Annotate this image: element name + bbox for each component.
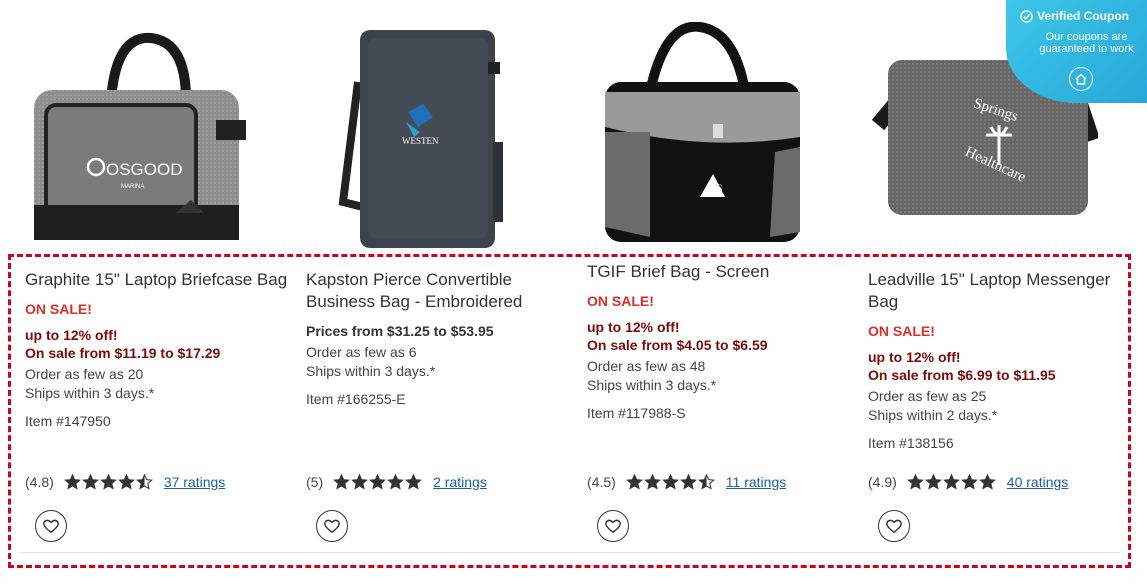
product-title-link[interactable]: Kapston Pierce Convertible Business Bag … [306,269,576,313]
rating-score: (4.8) [25,474,54,490]
star-icon [99,474,117,490]
sale-label: ON SALE! [25,301,92,317]
star-rating [625,474,716,490]
rating-score: (5) [306,474,324,490]
star-icon [351,474,369,490]
favorite-button[interactable] [878,510,910,542]
coupon-title: Verified Coupon [1037,9,1130,23]
item-number: Item #147950 [25,413,111,429]
product-image-backpack[interactable]: WESTEN [338,22,513,252]
verified-coupon-badge[interactable]: Verified Coupon Our coupons are guarante… [1006,0,1147,103]
product-info-highlight: Graphite 15" Laptop Briefcase Bag ON SAL… [8,254,1131,568]
min-order-text: Order as few as 20 [25,366,144,382]
discount-text: up to 12% off! [587,319,680,335]
ship-time-text: Ships within 3 days.* [25,385,155,401]
rating-row: (5) 2 ratings [306,474,487,490]
coupon-subtitle: Our coupons are guaranteed to work [1039,31,1134,55]
star-icon [643,474,661,490]
star-icon [387,474,405,490]
star-icon [333,474,351,490]
ratings-link[interactable]: 11 ratings [726,474,786,490]
home-icon-button[interactable] [1069,67,1093,91]
coupon-header: Verified Coupon [1020,9,1139,23]
product-title-link[interactable]: Graphite 15" Laptop Briefcase Bag [25,269,295,291]
heart-icon [324,519,340,534]
favorite-button[interactable] [35,510,67,542]
briefcase-logo-sub: MARINA [121,184,144,190]
star-rating [333,474,423,490]
star-icon [924,474,942,490]
favorite-button[interactable] [597,510,629,542]
briefcase-logo: OSGOOD [106,160,183,179]
home-icon [1075,73,1087,85]
ship-time-text: Ships within 2 days.* [868,407,998,423]
star-icon [942,474,960,490]
favorite-button[interactable] [316,510,348,542]
ship-time-text: Ships within 3 days.* [587,377,717,393]
sale-price-range: On sale from $11.19 to $17.29 [25,345,221,361]
product-title-link[interactable]: Leadville 15" Laptop Messenger Bag [868,269,1138,313]
rating-score: (4.5) [587,474,616,490]
backpack-logo: WESTEN [402,136,439,146]
product-card: Graphite 15" Laptop Briefcase Bag ON SAL… [25,269,295,429]
sale-price-range: On sale from $4.05 to $6.59 [587,337,768,353]
star-icon [978,474,996,490]
rating-row: (4.8) 37 ratings [25,474,225,490]
rating-row: (4.9) 40 ratings [868,474,1068,490]
ship-time-text: Ships within 3 days.* [306,363,436,379]
product-images-row: OSGOOD MARINA WESTEN RS Springs Healthca… [0,0,1147,250]
min-order-text: Order as few as 48 [587,358,706,374]
heart-icon [886,519,902,534]
star-icon [405,474,423,490]
star-icon [906,474,924,490]
price-range: Prices from $31.25 to $53.95 [306,323,494,339]
product-title-link[interactable]: TGIF Brief Bag - Screen [587,261,857,283]
star-icon [697,474,715,490]
divider [19,552,1120,553]
min-order-text: Order as few as 25 [868,388,987,404]
rating-row: (4.5) 11 ratings [587,474,786,490]
discount-text: up to 12% off! [25,327,118,343]
star-icon [117,474,135,490]
item-number: Item #138156 [868,435,954,451]
heart-icon [605,519,621,534]
brief-bag-logo: RS [708,181,723,195]
star-icon [625,474,643,490]
min-order-text: Order as few as 6 [306,344,417,360]
item-number: Item #166255-E [306,391,406,407]
star-rating [63,474,154,490]
star-icon [369,474,387,490]
product-card: Leadville 15" Laptop Messenger Bag ON SA… [868,269,1138,451]
heart-icon [43,519,59,534]
star-icon [679,474,697,490]
item-number: Item #117988-S [587,405,686,421]
product-card: TGIF Brief Bag - Screen ON SALE! up to 1… [587,261,857,421]
star-rating [906,474,997,490]
product-image-brief-bag[interactable]: RS [595,22,805,247]
star-icon [81,474,99,490]
product-image-briefcase[interactable]: OSGOOD MARINA [26,30,256,245]
product-card: Kapston Pierce Convertible Business Bag … [306,269,576,407]
check-circle-icon [1020,9,1033,23]
star-icon [661,474,679,490]
star-icon [960,474,978,490]
ratings-link[interactable]: 40 ratings [1007,474,1068,490]
star-icon [63,474,81,490]
star-icon [135,474,153,490]
ratings-link[interactable]: 2 ratings [433,474,487,490]
sale-price-range: On sale from $6.99 to $11.95 [868,367,1056,383]
ratings-link[interactable]: 37 ratings [164,474,225,490]
rating-score: (4.9) [868,474,897,490]
discount-text: up to 12% off! [868,349,961,365]
sale-label: ON SALE! [868,323,935,339]
sale-label: ON SALE! [587,293,654,309]
